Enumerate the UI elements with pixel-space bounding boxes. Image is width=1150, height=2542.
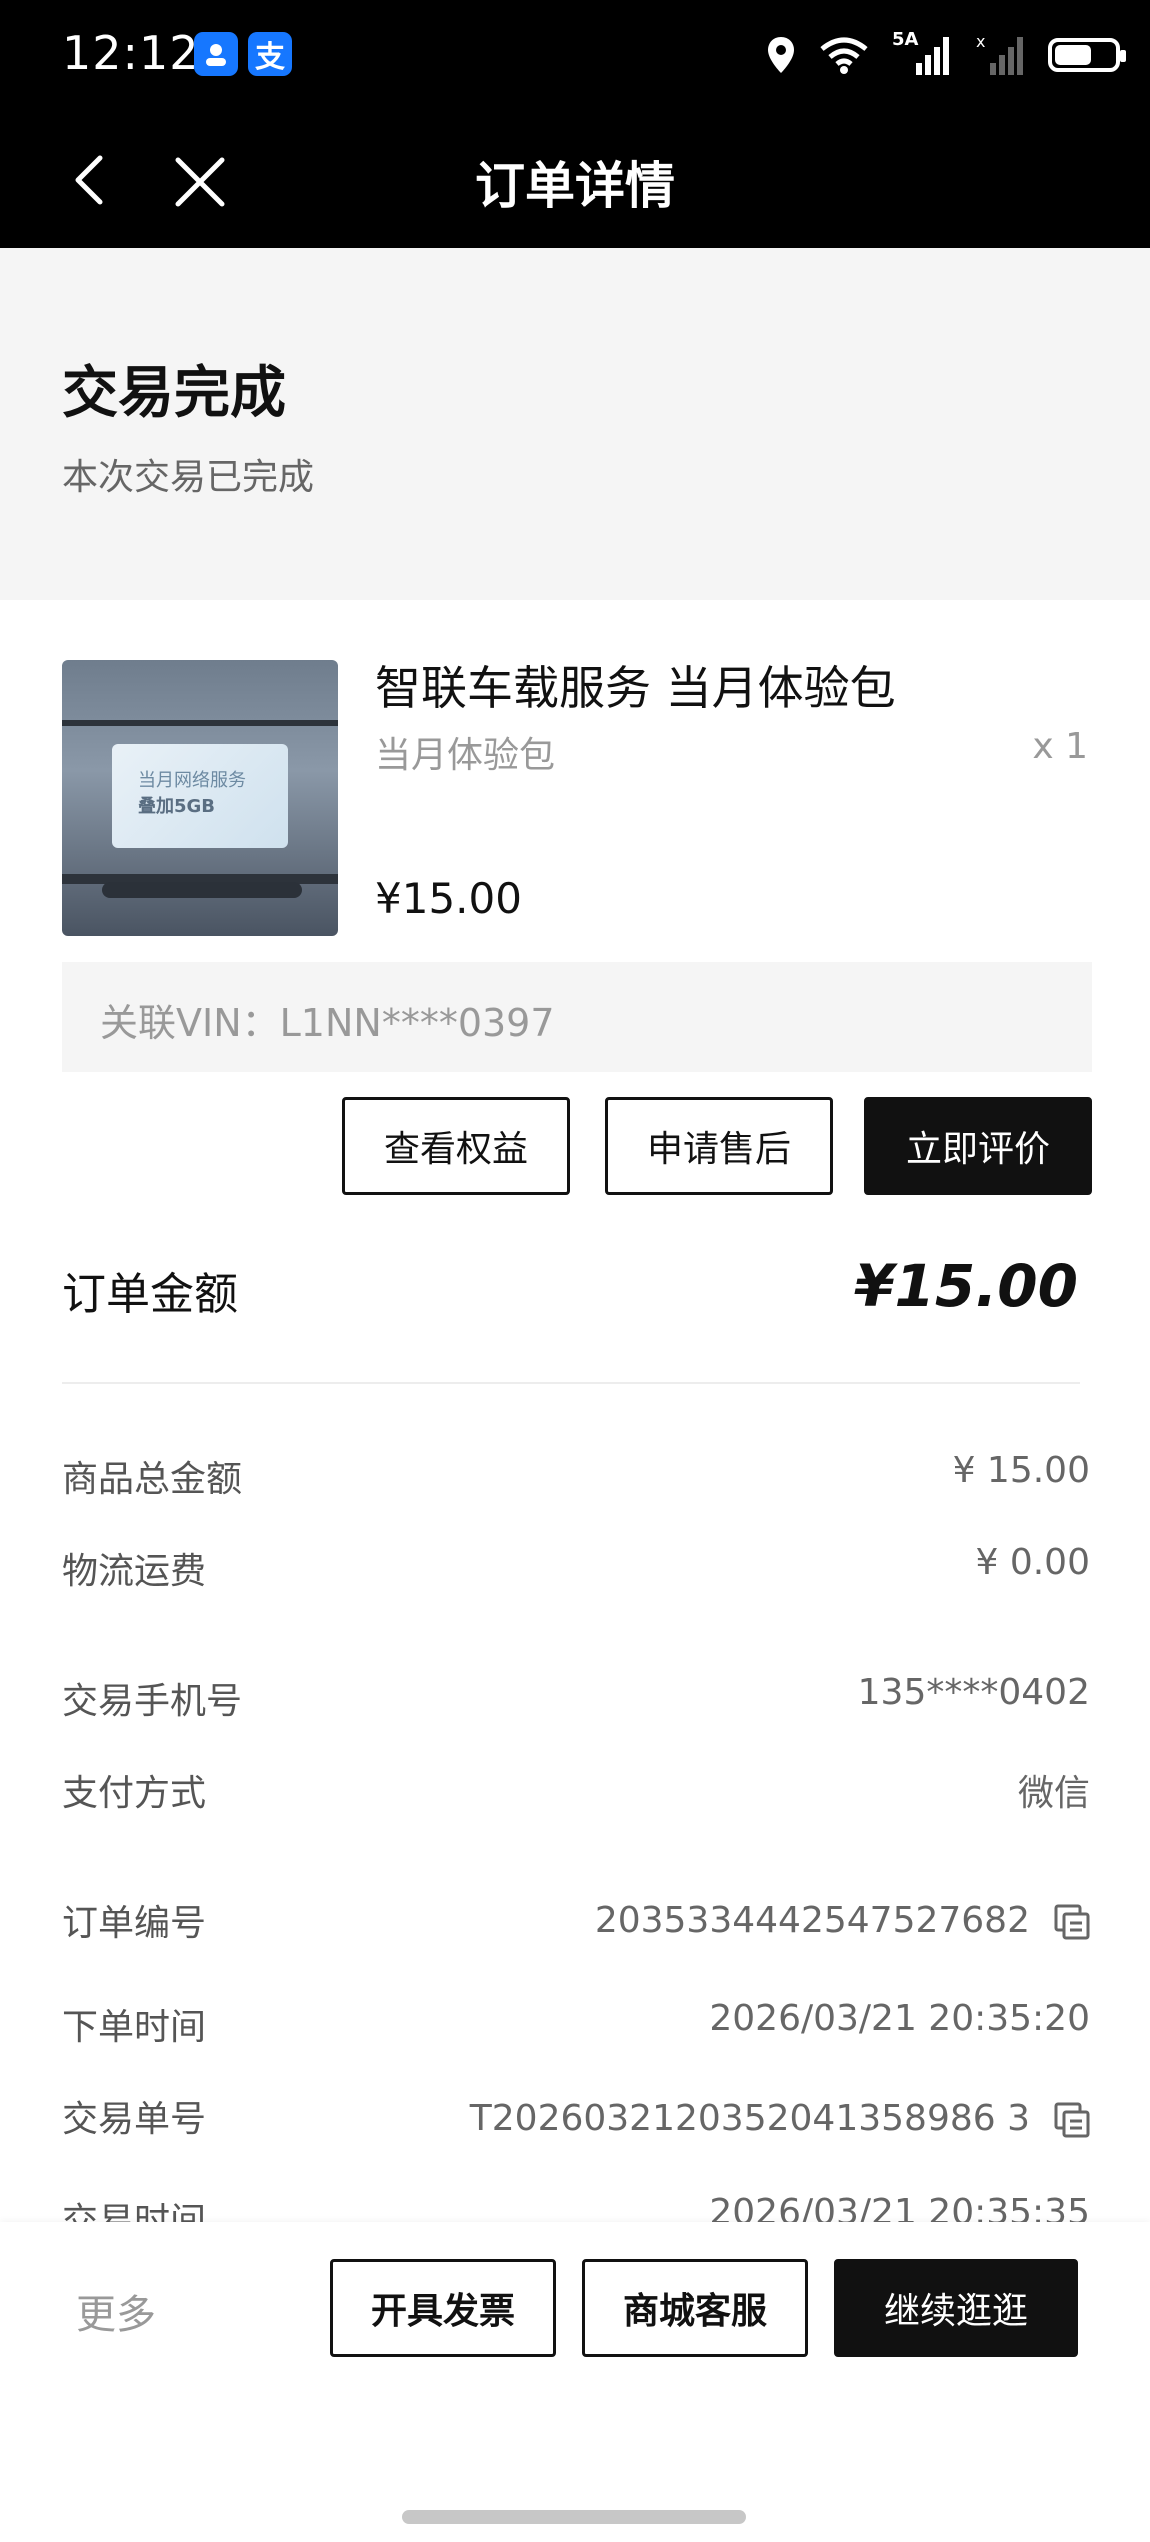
detail-value-phone: 135****0402 <box>857 1672 1090 1713</box>
invoice-button[interactable]: 开具发票 <box>330 2259 556 2357</box>
alipay-notification-icon: 支 <box>248 32 292 76</box>
order-status-subtitle: 本次交易已完成 <box>62 457 315 498</box>
detail-value-order-number: 2035334442547527682 <box>594 1900 1030 1941</box>
signal-icon-secondary: x <box>976 33 1023 75</box>
product-name[interactable]: 智联车载服务 当月体验包 <box>375 652 896 718</box>
battery-icon <box>1048 38 1126 72</box>
copy-icon[interactable] <box>1052 1902 1092 1942</box>
copy-icon[interactable] <box>1052 2100 1092 2140</box>
vin-info: 关联VIN：L1NN****0397 <box>62 962 1092 1072</box>
status-indicators: 5A x <box>766 29 1126 80</box>
view-benefits-button[interactable]: 查看权益 <box>342 1097 570 1195</box>
bottom-action-bar: 更多 开具发票 商城客服 继续逛逛 <box>0 2222 1150 2542</box>
page-title: 订单详情 <box>475 157 675 215</box>
customer-service-button[interactable]: 商城客服 <box>582 2259 808 2357</box>
signal-icon: 5A <box>892 29 954 77</box>
product-image-screen: 当月网络服务 叠加5GB <box>112 744 288 848</box>
wifi-icon <box>820 37 868 74</box>
detail-label-transaction-number: 交易单号 <box>62 2099 207 2140</box>
after-sales-button[interactable]: 申请售后 <box>605 1097 833 1195</box>
detail-value-goods-total: ¥ 15.00 <box>952 1450 1090 1491</box>
detail-label-goods-total: 商品总金额 <box>62 1459 243 1500</box>
detail-label-order-number: 订单编号 <box>62 1903 207 1944</box>
product-quantity: x 1 <box>1032 726 1088 767</box>
product-spec: 当月体验包 <box>375 735 556 776</box>
svg-text:x: x <box>976 33 985 51</box>
product-image-caption-2: 叠加5GB <box>138 796 216 817</box>
home-indicator[interactable] <box>402 2510 746 2524</box>
vin-text: 关联VIN：L1NN****0397 <box>100 1001 555 1045</box>
location-icon <box>768 37 794 73</box>
order-status-section: 交易完成 本次交易已完成 <box>0 248 1150 600</box>
divider <box>62 1382 1080 1384</box>
detail-label-payment: 支付方式 <box>62 1773 207 1814</box>
detail-label-order-time: 下单时间 <box>62 2007 207 2048</box>
product-image-caption-1: 当月网络服务 <box>138 770 246 791</box>
product-image-bar <box>102 882 302 898</box>
nav-bar: 订单详情 <box>0 112 1150 248</box>
order-amount-value: ¥15.00 <box>854 1252 1078 1320</box>
app-notification-icon <box>194 32 238 76</box>
detail-value-order-time: 2026/03/21 20:35:20 <box>709 1998 1090 2039</box>
more-link[interactable]: 更多 <box>76 2282 156 2340</box>
product-image[interactable]: 当月网络服务 叠加5GB <box>62 660 338 936</box>
detail-value-shipping: ¥ 0.00 <box>975 1542 1090 1583</box>
review-button[interactable]: 立即评价 <box>864 1097 1092 1195</box>
detail-value-transaction-number: T2026032120352041358986 3 <box>469 2098 1030 2139</box>
product-price: ¥15.00 <box>375 874 522 923</box>
status-time: 12:12 <box>62 26 200 80</box>
detail-label-phone: 交易手机号 <box>62 1681 243 1722</box>
order-status-title: 交易完成 <box>62 361 286 426</box>
status-bar: 12:12 支 5A x <box>0 0 1150 112</box>
detail-label-shipping: 物流运费 <box>62 1551 207 1592</box>
continue-shopping-button[interactable]: 继续逛逛 <box>834 2259 1078 2357</box>
detail-value-payment: 微信 <box>1017 1773 1090 1814</box>
order-amount-label: 订单金额 <box>62 1269 238 1320</box>
